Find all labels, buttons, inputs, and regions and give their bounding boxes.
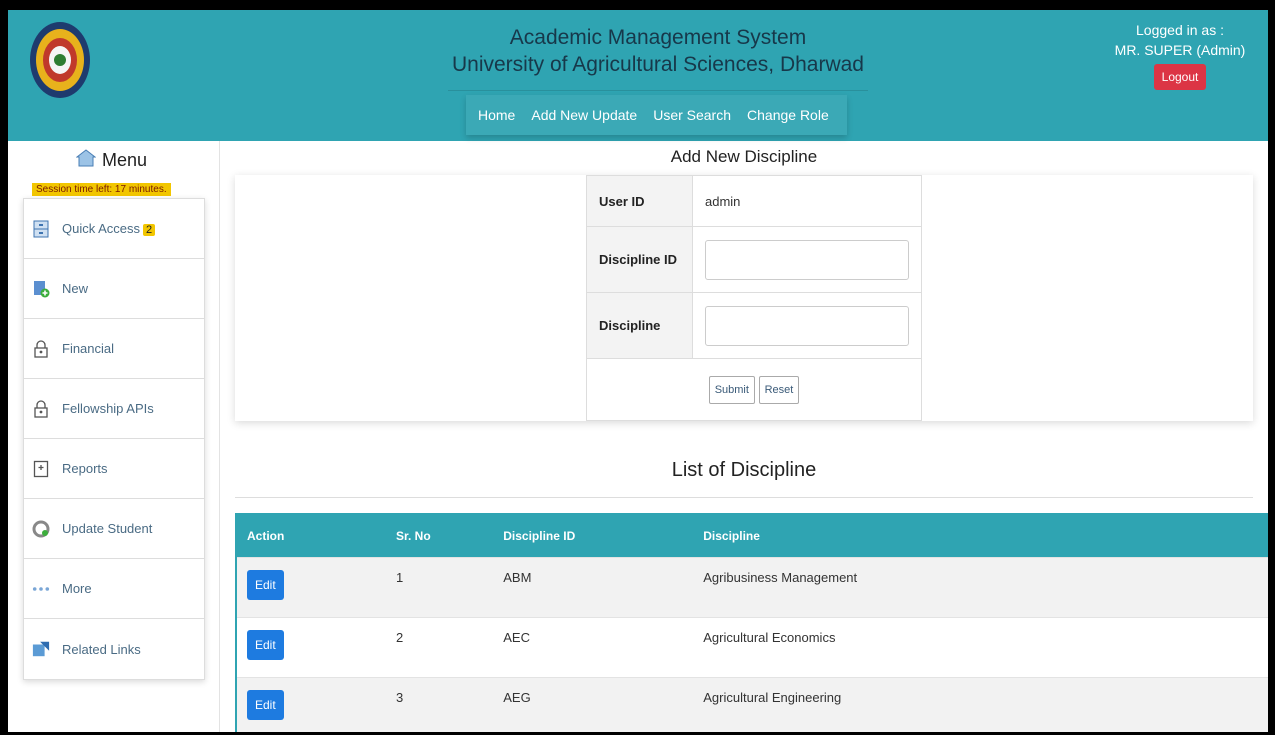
home-icon (75, 149, 97, 172)
sidebar-item-quick-access[interactable]: Quick Access 2 (24, 199, 204, 259)
top-navigation: Home Add New Update User Search Change R… (466, 95, 847, 135)
report-icon (32, 460, 50, 478)
sidebar-item-reports[interactable]: Reports (24, 439, 204, 499)
nav-home[interactable]: Home (470, 107, 523, 123)
discipline-id-cell: ABM (493, 556, 694, 617)
action-cell: Edit (236, 556, 386, 617)
edit-button[interactable]: Edit (247, 569, 284, 600)
discipline-id-cell: AEG (493, 676, 694, 732)
user-id-label: User ID (586, 175, 693, 227)
list-heading: List of Discipline (671, 459, 817, 481)
quick-access-count-badge: 2 (143, 224, 156, 236)
sr-no-cell: 1 (386, 556, 494, 617)
table-row: Edit 1 ABM Agribusiness Management (236, 556, 1268, 617)
discipline-table: Action Sr. No Discipline ID Discipline E… (235, 513, 1268, 732)
more-dots-icon (32, 580, 50, 598)
edit-button[interactable]: Edit (247, 629, 284, 660)
action-cell: Edit (236, 676, 386, 732)
list-divider (235, 497, 1253, 498)
main-content: Add New Discipline User ID admin Discipl… (220, 141, 1268, 732)
sidebar-item-label: Reports (62, 461, 108, 476)
column-header-action: Action (236, 514, 386, 557)
app-title: Academic Management System (509, 26, 807, 49)
page-frame: Academic Management System University of… (8, 10, 1268, 732)
sidebar-item-label: Financial (62, 341, 115, 356)
user-name: MR. SUPER (Admin) (1114, 42, 1246, 58)
reset-button[interactable]: Reset (758, 375, 800, 404)
logout-button[interactable]: Logout (1153, 64, 1207, 90)
university-name: University of Agricultural Sciences, Dha… (451, 53, 864, 76)
title-block: Academic Management System University of… (448, 24, 868, 78)
title-divider (448, 90, 868, 91)
drawer-icon (32, 220, 50, 238)
column-header-discipline-id: Discipline ID (493, 514, 694, 557)
column-header-sr-no: Sr. No (386, 514, 494, 557)
sr-no-cell: 2 (386, 616, 494, 677)
discipline-name-cell: Agricultural Economics (693, 616, 1268, 677)
action-cell: Edit (236, 616, 386, 677)
lock-icon (32, 339, 50, 358)
nav-change-role[interactable]: Change Role (739, 107, 837, 123)
table-row: Edit 3 AEG Agricultural Engineering (236, 676, 1268, 732)
sidebar-item-label: More (62, 581, 92, 596)
external-link-icon (32, 640, 50, 658)
user-id-value: admin (692, 175, 922, 227)
sidebar: Menu Session time left: 17 minutes. Quic… (8, 141, 220, 732)
form-heading: Add New Discipline (670, 147, 818, 166)
sidebar-item-label: New (62, 281, 89, 296)
sidebar-item-financial[interactable]: Financial (24, 319, 204, 379)
nav-user-search[interactable]: User Search (645, 107, 739, 123)
sidebar-item-label: Related Links (62, 641, 141, 657)
submit-button[interactable]: Submit (708, 375, 755, 404)
sidebar-item-new[interactable]: New (24, 259, 204, 319)
sr-no-cell: 3 (386, 676, 494, 732)
university-seal-logo (28, 20, 92, 100)
discipline-id-label: Discipline ID (586, 226, 693, 293)
add-discipline-card: User ID admin Discipline ID Discipline S… (235, 175, 1253, 421)
logged-in-label: Logged in as : (1136, 22, 1224, 38)
session-timer-badge: Session time left: 17 minutes. (32, 183, 171, 196)
discipline-id-cell (692, 226, 922, 293)
new-file-icon (32, 280, 50, 298)
discipline-cell (692, 292, 922, 359)
sidebar-item-related-links[interactable]: Related Links (24, 619, 204, 679)
sidebar-item-label: Update Student (62, 521, 153, 536)
menu-title-label: Menu (102, 150, 148, 170)
discipline-input[interactable] (705, 305, 909, 346)
app-header: Academic Management System University of… (8, 10, 1268, 141)
form-actions: Submit Reset (586, 358, 922, 421)
column-header-discipline: Discipline (693, 514, 1268, 557)
sidebar-item-update-student[interactable]: Update Student (24, 499, 204, 559)
sidebar-item-fellowship-apis[interactable]: Fellowship APIs (24, 379, 204, 439)
table-row: Edit 2 AEC Agricultural Economics (236, 616, 1268, 677)
refresh-icon (32, 520, 50, 538)
discipline-id-input[interactable] (705, 239, 909, 280)
lock-icon (32, 399, 50, 418)
sidebar-item-more[interactable]: More (24, 559, 204, 619)
discipline-id-cell: AEC (493, 616, 694, 677)
sidebar-item-label: Quick Access (62, 221, 141, 236)
nav-add-new-update[interactable]: Add New Update (523, 107, 645, 123)
edit-button[interactable]: Edit (247, 689, 284, 720)
discipline-name-cell: Agribusiness Management (693, 556, 1268, 617)
discipline-label: Discipline (586, 292, 693, 359)
add-discipline-form: User ID admin Discipline ID Discipline S… (586, 175, 922, 421)
sidebar-item-label: Fellowship APIs (62, 401, 154, 416)
menu-title: Menu (75, 149, 148, 172)
table-header-row: Action Sr. No Discipline ID Discipline (236, 514, 1268, 557)
user-info: Logged in as : MR. SUPER (Admin) Logout (1110, 20, 1250, 90)
discipline-name-cell: Agricultural Engineering (693, 676, 1268, 732)
sidebar-menu: Quick Access 2 New Financial Fellowship A… (23, 198, 205, 680)
